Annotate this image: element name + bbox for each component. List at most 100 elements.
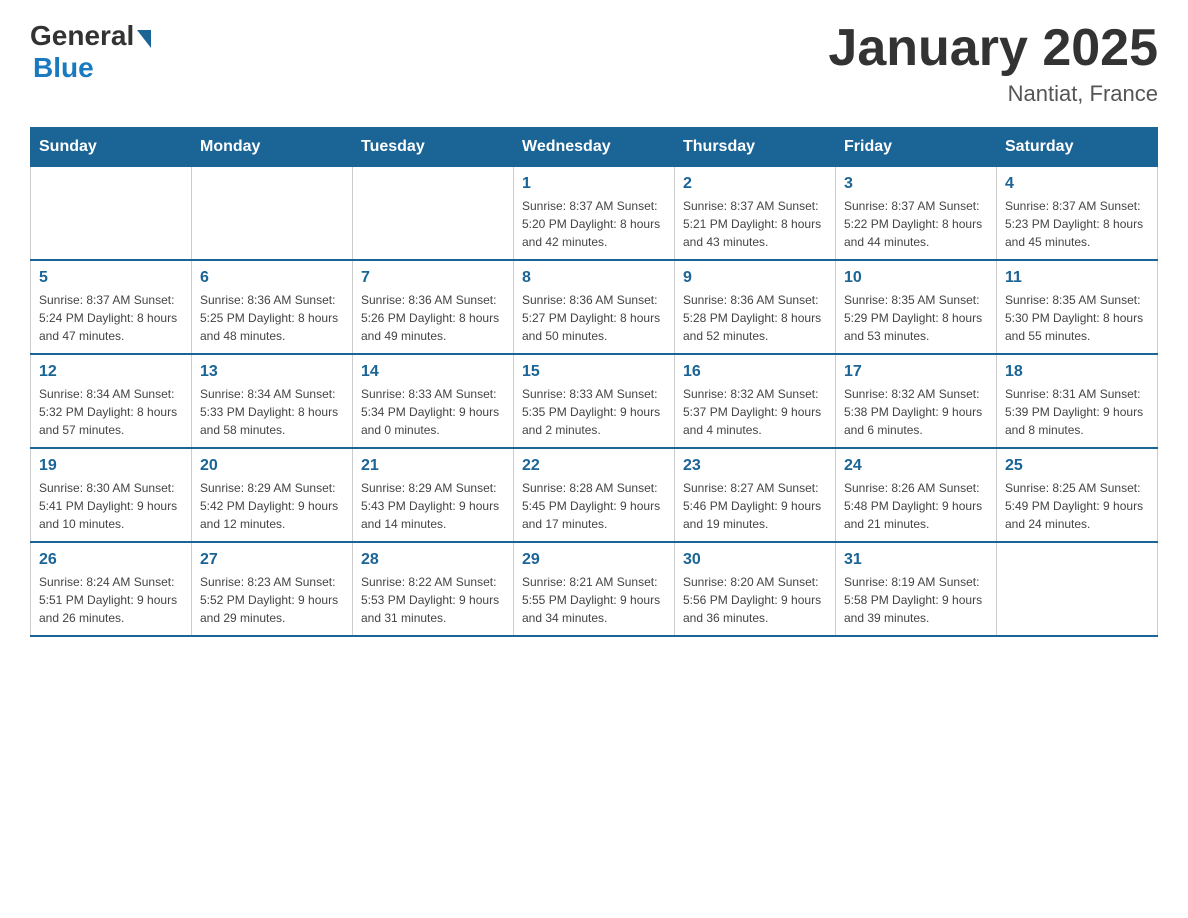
day-info: Sunrise: 8:36 AM Sunset: 5:26 PM Dayligh… [361,291,505,345]
day-info: Sunrise: 8:34 AM Sunset: 5:33 PM Dayligh… [200,385,344,439]
day-info: Sunrise: 8:36 AM Sunset: 5:27 PM Dayligh… [522,291,666,345]
day-info: Sunrise: 8:29 AM Sunset: 5:43 PM Dayligh… [361,479,505,533]
day-number: 14 [361,363,505,381]
logo-general-text: General [30,20,134,52]
calendar-week-2: 5 Sunrise: 8:37 AM Sunset: 5:24 PM Daylig… [31,260,1158,354]
day-number: 17 [844,363,988,381]
calendar-cell: 20 Sunrise: 8:29 AM Sunset: 5:42 PM Dayli… [192,448,353,542]
calendar-cell: 3 Sunrise: 8:37 AM Sunset: 5:22 PM Daylig… [836,167,997,261]
day-number: 13 [200,363,344,381]
calendar-week-5: 26 Sunrise: 8:24 AM Sunset: 5:51 PM Dayli… [31,542,1158,636]
day-info: Sunrise: 8:37 AM Sunset: 5:24 PM Dayligh… [39,291,183,345]
day-number: 23 [683,457,827,475]
calendar-cell: 5 Sunrise: 8:37 AM Sunset: 5:24 PM Daylig… [31,260,192,354]
day-info: Sunrise: 8:32 AM Sunset: 5:38 PM Dayligh… [844,385,988,439]
day-number: 26 [39,551,183,569]
day-number: 16 [683,363,827,381]
day-number: 21 [361,457,505,475]
day-info: Sunrise: 8:26 AM Sunset: 5:48 PM Dayligh… [844,479,988,533]
day-info: Sunrise: 8:27 AM Sunset: 5:46 PM Dayligh… [683,479,827,533]
day-number: 3 [844,175,988,193]
calendar-table: SundayMondayTuesdayWednesdayThursdayFrid… [30,127,1158,637]
day-info: Sunrise: 8:31 AM Sunset: 5:39 PM Dayligh… [1005,385,1149,439]
day-header-saturday: Saturday [997,128,1158,167]
day-number: 7 [361,269,505,287]
calendar-cell: 9Sunrise: 8:36 AM Sunset: 5:28 PM Daylig… [675,260,836,354]
calendar-cell: 22 Sunrise: 8:28 AM Sunset: 5:45 PM Dayli… [514,448,675,542]
page-header: General Blue January 2025 Nantiat, Franc… [30,20,1158,107]
day-info: Sunrise: 8:36 AM Sunset: 5:28 PM Dayligh… [683,291,827,345]
day-header-monday: Monday [192,128,353,167]
logo-arrow-icon [137,30,151,48]
calendar-cell: 11 Sunrise: 8:35 AM Sunset: 5:30 PM Dayli… [997,260,1158,354]
calendar-cell: 19 Sunrise: 8:30 AM Sunset: 5:41 PM Dayli… [31,448,192,542]
calendar-cell: 29Sunrise: 8:21 AM Sunset: 5:55 PM Dayli… [514,542,675,636]
month-title: January 2025 [828,20,1158,77]
day-info: Sunrise: 8:33 AM Sunset: 5:34 PM Dayligh… [361,385,505,439]
day-number: 1 [522,175,666,193]
day-info: Sunrise: 8:29 AM Sunset: 5:42 PM Dayligh… [200,479,344,533]
calendar-cell: 8 Sunrise: 8:36 AM Sunset: 5:27 PM Daylig… [514,260,675,354]
day-info: Sunrise: 8:19 AM Sunset: 5:58 PM Dayligh… [844,573,988,627]
day-number: 8 [522,269,666,287]
day-info: Sunrise: 8:37 AM Sunset: 5:22 PM Dayligh… [844,197,988,251]
calendar-cell: 24Sunrise: 8:26 AM Sunset: 5:48 PM Dayli… [836,448,997,542]
day-info: Sunrise: 8:30 AM Sunset: 5:41 PM Dayligh… [39,479,183,533]
day-number: 19 [39,457,183,475]
day-number: 2 [683,175,827,193]
calendar-cell: 25Sunrise: 8:25 AM Sunset: 5:49 PM Dayli… [997,448,1158,542]
calendar-cell: 7 Sunrise: 8:36 AM Sunset: 5:26 PM Daylig… [353,260,514,354]
day-info: Sunrise: 8:23 AM Sunset: 5:52 PM Dayligh… [200,573,344,627]
day-info: Sunrise: 8:22 AM Sunset: 5:53 PM Dayligh… [361,573,505,627]
day-info: Sunrise: 8:35 AM Sunset: 5:29 PM Dayligh… [844,291,988,345]
day-info: Sunrise: 8:33 AM Sunset: 5:35 PM Dayligh… [522,385,666,439]
day-number: 18 [1005,363,1149,381]
calendar-cell: 13 Sunrise: 8:34 AM Sunset: 5:33 PM Dayli… [192,354,353,448]
calendar-cell: 1 Sunrise: 8:37 AM Sunset: 5:20 PM Daylig… [514,167,675,261]
day-info: Sunrise: 8:36 AM Sunset: 5:25 PM Dayligh… [200,291,344,345]
location-text: Nantiat, France [828,81,1158,107]
title-area: January 2025 Nantiat, France [828,20,1158,107]
day-info: Sunrise: 8:35 AM Sunset: 5:30 PM Dayligh… [1005,291,1149,345]
day-info: Sunrise: 8:20 AM Sunset: 5:56 PM Dayligh… [683,573,827,627]
day-number: 11 [1005,269,1149,287]
day-number: 31 [844,551,988,569]
day-number: 25 [1005,457,1149,475]
calendar-cell: 16 Sunrise: 8:32 AM Sunset: 5:37 PM Dayli… [675,354,836,448]
day-number: 12 [39,363,183,381]
day-number: 22 [522,457,666,475]
day-header-tuesday: Tuesday [353,128,514,167]
day-number: 20 [200,457,344,475]
day-number: 10 [844,269,988,287]
calendar-cell [997,542,1158,636]
day-number: 28 [361,551,505,569]
calendar-cell [353,167,514,261]
calendar-cell: 6Sunrise: 8:36 AM Sunset: 5:25 PM Daylig… [192,260,353,354]
day-info: Sunrise: 8:37 AM Sunset: 5:21 PM Dayligh… [683,197,827,251]
calendar-cell: 14 Sunrise: 8:33 AM Sunset: 5:34 PM Dayli… [353,354,514,448]
day-info: Sunrise: 8:24 AM Sunset: 5:51 PM Dayligh… [39,573,183,627]
day-info: Sunrise: 8:32 AM Sunset: 5:37 PM Dayligh… [683,385,827,439]
calendar-cell: 10 Sunrise: 8:35 AM Sunset: 5:29 PM Dayli… [836,260,997,354]
calendar-cell [192,167,353,261]
calendar-week-3: 12Sunrise: 8:34 AM Sunset: 5:32 PM Dayli… [31,354,1158,448]
calendar-header-row: SundayMondayTuesdayWednesdayThursdayFrid… [31,128,1158,167]
calendar-cell: 31 Sunrise: 8:19 AM Sunset: 5:58 PM Dayli… [836,542,997,636]
calendar-cell: 4Sunrise: 8:37 AM Sunset: 5:23 PM Daylig… [997,167,1158,261]
day-number: 15 [522,363,666,381]
day-info: Sunrise: 8:21 AM Sunset: 5:55 PM Dayligh… [522,573,666,627]
calendar-week-1: 1 Sunrise: 8:37 AM Sunset: 5:20 PM Daylig… [31,167,1158,261]
day-number: 5 [39,269,183,287]
logo-blue-text: Blue [33,52,94,84]
day-info: Sunrise: 8:28 AM Sunset: 5:45 PM Dayligh… [522,479,666,533]
calendar-cell: 28 Sunrise: 8:22 AM Sunset: 5:53 PM Dayli… [353,542,514,636]
calendar-cell: 15 Sunrise: 8:33 AM Sunset: 5:35 PM Dayli… [514,354,675,448]
calendar-cell: 17 Sunrise: 8:32 AM Sunset: 5:38 PM Dayli… [836,354,997,448]
day-number: 4 [1005,175,1149,193]
day-info: Sunrise: 8:37 AM Sunset: 5:20 PM Dayligh… [522,197,666,251]
calendar-cell: 2 Sunrise: 8:37 AM Sunset: 5:21 PM Daylig… [675,167,836,261]
day-header-wednesday: Wednesday [514,128,675,167]
calendar-cell: 27Sunrise: 8:23 AM Sunset: 5:52 PM Dayli… [192,542,353,636]
calendar-cell: 18 Sunrise: 8:31 AM Sunset: 5:39 PM Dayli… [997,354,1158,448]
day-header-sunday: Sunday [31,128,192,167]
